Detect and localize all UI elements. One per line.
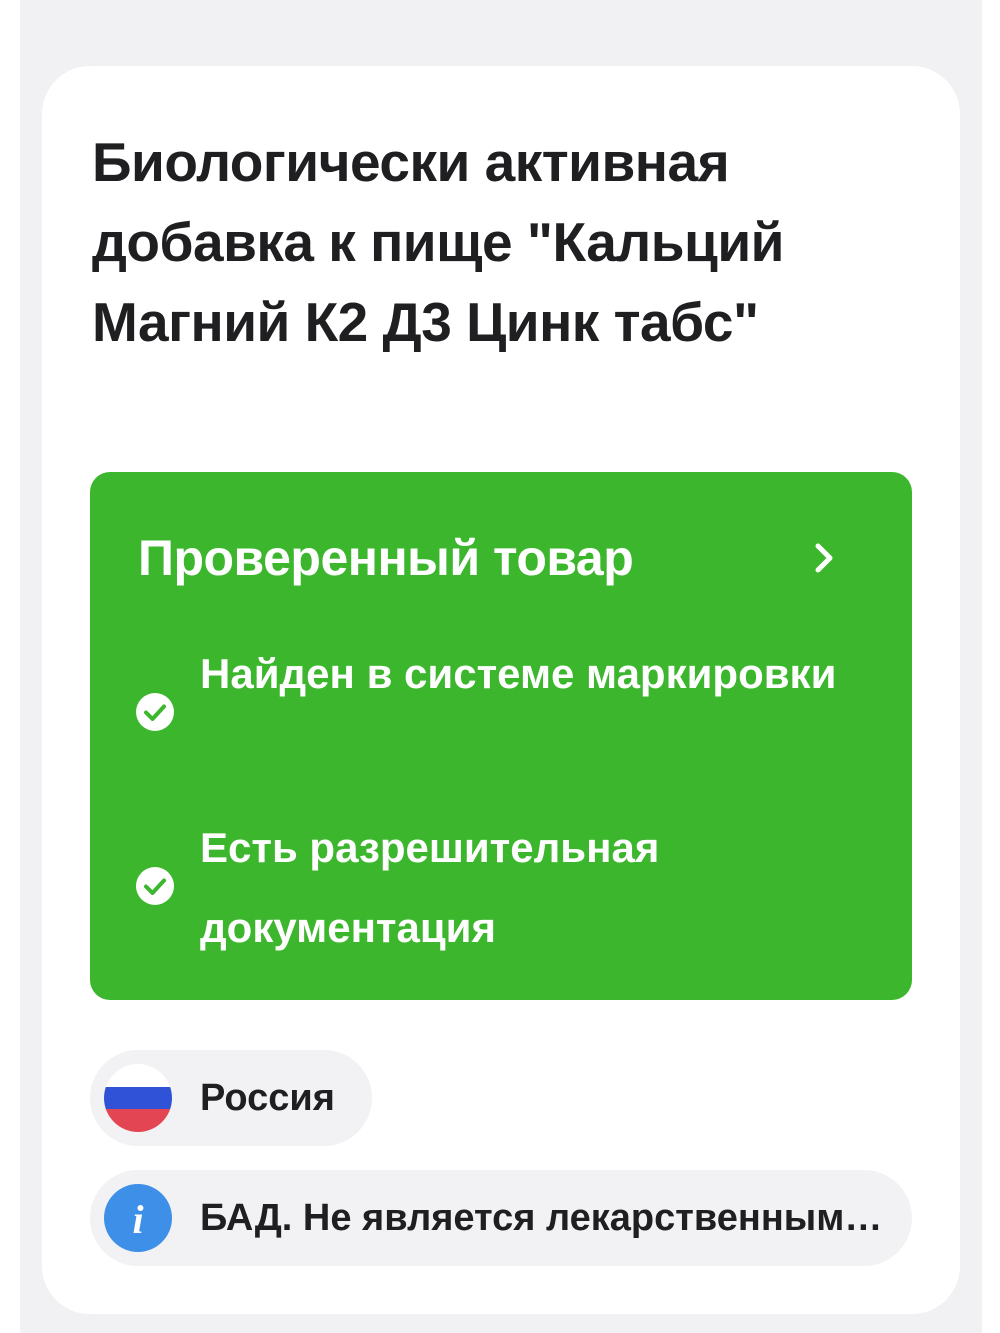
verified-product-title: Проверенный товар xyxy=(138,530,634,586)
check-circle-icon xyxy=(136,867,174,905)
country-chip[interactable]: Россия xyxy=(90,1050,372,1146)
russia-flag-icon xyxy=(104,1064,172,1132)
supplement-notice-chip[interactable]: i БАД. Не является лекарственным средств… xyxy=(90,1170,912,1266)
product-title: Биологически активная добавка к пище "Ка… xyxy=(92,131,784,353)
info-icon: i xyxy=(104,1184,172,1252)
verification-item-label: Есть разрешительная документация xyxy=(200,824,660,951)
verified-product-banner[interactable]: Проверенный товар Найден в системе марки… xyxy=(90,472,912,1000)
product-card: Биологически активная добавка к пище "Ка… xyxy=(42,66,960,1314)
verification-item-label: Найден в системе маркировки xyxy=(200,650,837,697)
supplement-notice-text: БАД. Не является лекарственным средством xyxy=(200,1197,890,1239)
chevron-right-icon xyxy=(815,543,833,573)
check-circle-icon xyxy=(136,693,174,731)
svg-text:i: i xyxy=(132,1197,143,1242)
country-name: Россия xyxy=(200,1077,335,1119)
